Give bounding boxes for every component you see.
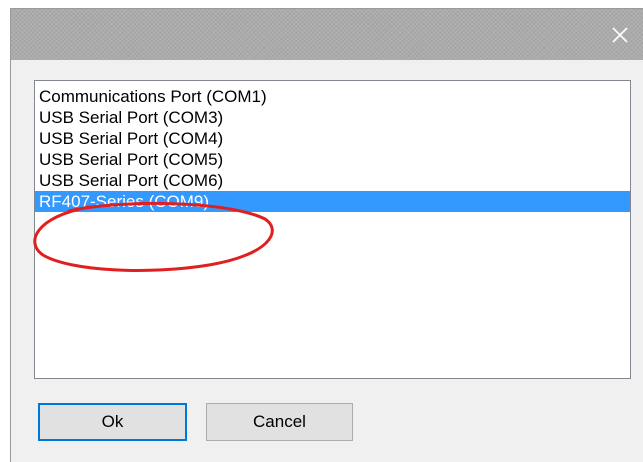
- close-button[interactable]: [597, 9, 643, 60]
- ok-button[interactable]: Ok: [38, 403, 187, 441]
- list-item-com6[interactable]: USB Serial Port (COM6): [35, 170, 630, 191]
- port-selection-dialog: Communications Port (COM1) USB Serial Po…: [10, 8, 643, 462]
- list-item-com9-selected[interactable]: RF407-Series (COM9): [35, 191, 630, 212]
- list-item-com5[interactable]: USB Serial Port (COM5): [35, 149, 630, 170]
- list-item-com1[interactable]: Communications Port (COM1): [35, 86, 630, 107]
- close-icon: [612, 26, 628, 43]
- list-item-com4[interactable]: USB Serial Port (COM4): [35, 128, 630, 149]
- list-item-com3[interactable]: USB Serial Port (COM3): [35, 107, 630, 128]
- cancel-button[interactable]: Cancel: [206, 403, 353, 441]
- port-listbox[interactable]: Communications Port (COM1) USB Serial Po…: [34, 80, 631, 379]
- title-bar[interactable]: [11, 9, 643, 60]
